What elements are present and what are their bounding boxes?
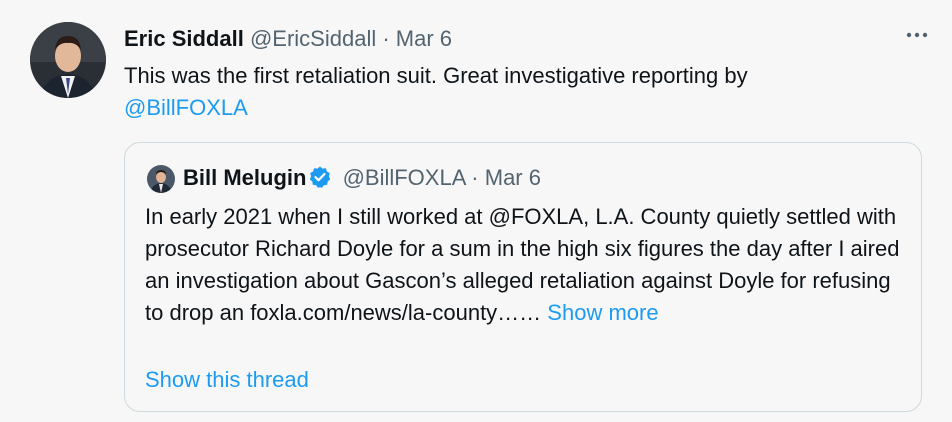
- quoted-tweet[interactable]: Bill Melugin @BillFOXLA · Mar 6 In early…: [124, 142, 922, 412]
- quoted-tweet-header: Bill Melugin @BillFOXLA · Mar 6: [183, 163, 541, 193]
- verified-badge-icon: [310, 166, 331, 188]
- author-name[interactable]: Eric Siddall: [124, 26, 244, 51]
- quoted-tweet-text-body: In early 2021 when I still worked at @FO…: [145, 204, 900, 325]
- tweet-text-body: This was the first retaliation suit. Gre…: [124, 63, 748, 88]
- quoted-header-separator: ·: [471, 165, 479, 190]
- author-handle[interactable]: @EricSiddall: [250, 26, 376, 51]
- show-thread-link[interactable]: Show this thread: [145, 365, 309, 395]
- more-horizontal-icon: [906, 32, 928, 38]
- tweet-card[interactable]: Eric Siddall @EricSiddall · Mar 6 This w…: [0, 0, 952, 422]
- quoted-author-avatar[interactable]: [147, 165, 175, 193]
- tweet-header: Eric Siddall @EricSiddall · Mar 6: [124, 24, 452, 54]
- quoted-author-handle[interactable]: @BillFOXLA: [343, 165, 466, 190]
- tweet-text: This was the first retaliation suit. Gre…: [124, 60, 924, 124]
- author-avatar[interactable]: [30, 22, 106, 98]
- more-options-button[interactable]: [904, 22, 930, 56]
- header-separator: ·: [382, 26, 390, 51]
- show-more-link[interactable]: Show more: [547, 300, 658, 325]
- author-avatar-image: [30, 22, 106, 98]
- tweet-date[interactable]: Mar 6: [396, 26, 452, 51]
- mention-link[interactable]: @BillFOXLA: [124, 95, 248, 120]
- quoted-tweet-text: In early 2021 when I still worked at @FO…: [145, 201, 905, 329]
- quoted-author-avatar-image: [147, 165, 175, 193]
- quoted-author-name[interactable]: Bill Melugin: [183, 165, 306, 190]
- quoted-tweet-date[interactable]: Mar 6: [485, 165, 541, 190]
